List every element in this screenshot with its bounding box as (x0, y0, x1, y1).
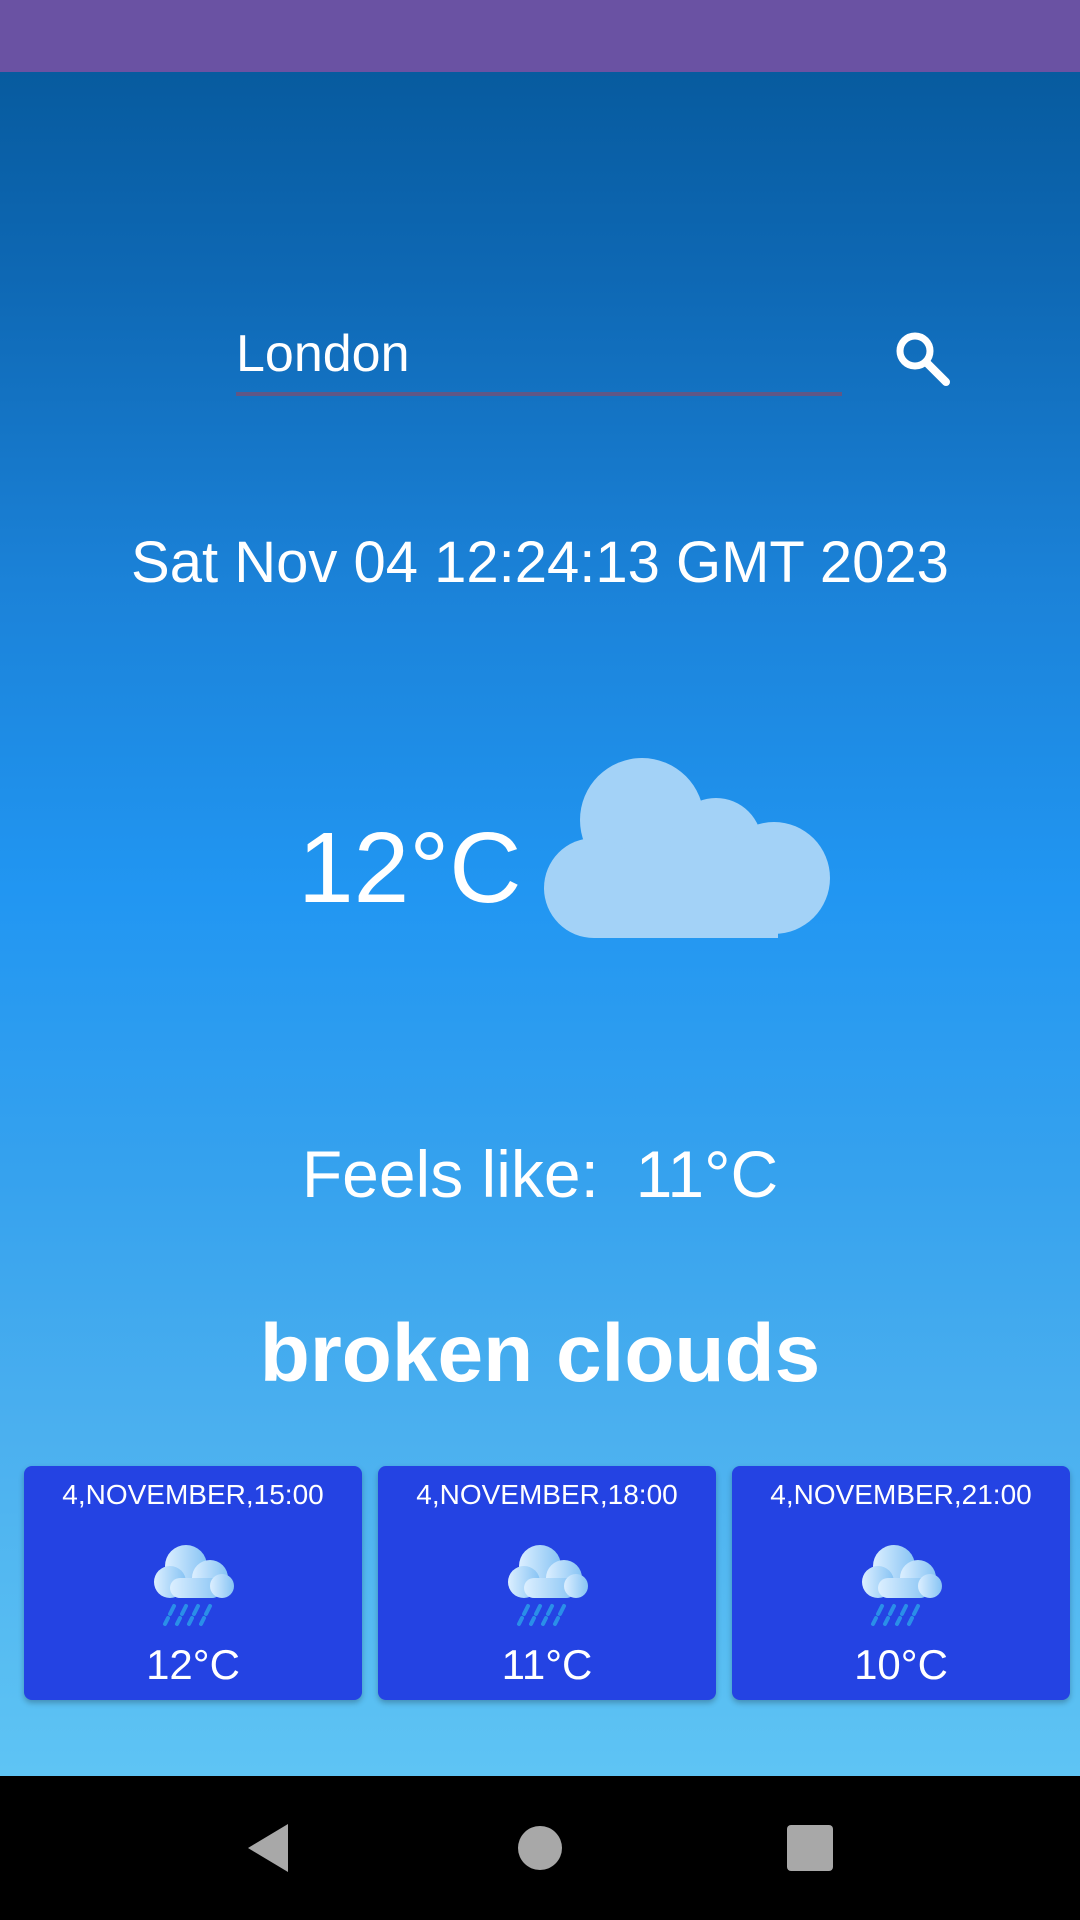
recents-square-icon (787, 1825, 833, 1871)
rain-cloud-icon (862, 1545, 942, 1626)
city-search-input[interactable] (236, 316, 842, 396)
forecast-temperature: 12°C (146, 1641, 240, 1688)
feels-like-label: Feels like: (301, 1137, 599, 1211)
rain-cloud-icon (508, 1545, 588, 1626)
forecast-temperature: 11°C (501, 1641, 593, 1688)
rain-cloud-icon (154, 1545, 234, 1626)
search-button[interactable] (890, 326, 956, 392)
nav-home-button[interactable] (510, 1818, 570, 1878)
forecast-time: 4,NOVEMBER,15:00 (62, 1479, 324, 1510)
forecast-card-1: 4,NOVEMBER,15:00 12°C (24, 1466, 362, 1700)
search-icon (896, 332, 950, 386)
forecast-card-3: 4,NOVEMBER,21:00 10°C (732, 1466, 1070, 1700)
home-circle-icon (518, 1826, 562, 1870)
weather-condition: broken clouds (259, 1308, 821, 1399)
current-temperature: 12°C (298, 812, 522, 924)
nav-recents-button[interactable] (780, 1818, 840, 1878)
status-bar (0, 0, 1080, 72)
forecast-time: 4,NOVEMBER,18:00 (416, 1479, 678, 1510)
back-triangle-icon (248, 1824, 288, 1872)
forecast-card-2: 4,NOVEMBER,18:00 11°C (378, 1466, 716, 1700)
forecast-time: 4,NOVEMBER,21:00 (770, 1479, 1032, 1510)
weather-screen: Sat Nov 04 12:24:13 GMT 2023 12°C Feels … (0, 0, 1080, 1920)
nav-back-button[interactable] (238, 1818, 298, 1878)
current-date-time: Sat Nov 04 12:24:13 GMT 2023 (131, 530, 949, 595)
feels-like-value: 11°C (635, 1137, 779, 1211)
feels-like-row: Feels like: 11°C (0, 1134, 1080, 1214)
search-row (236, 316, 842, 402)
forecast-temperature: 10°C (854, 1641, 948, 1688)
cloud-icon (544, 758, 830, 938)
